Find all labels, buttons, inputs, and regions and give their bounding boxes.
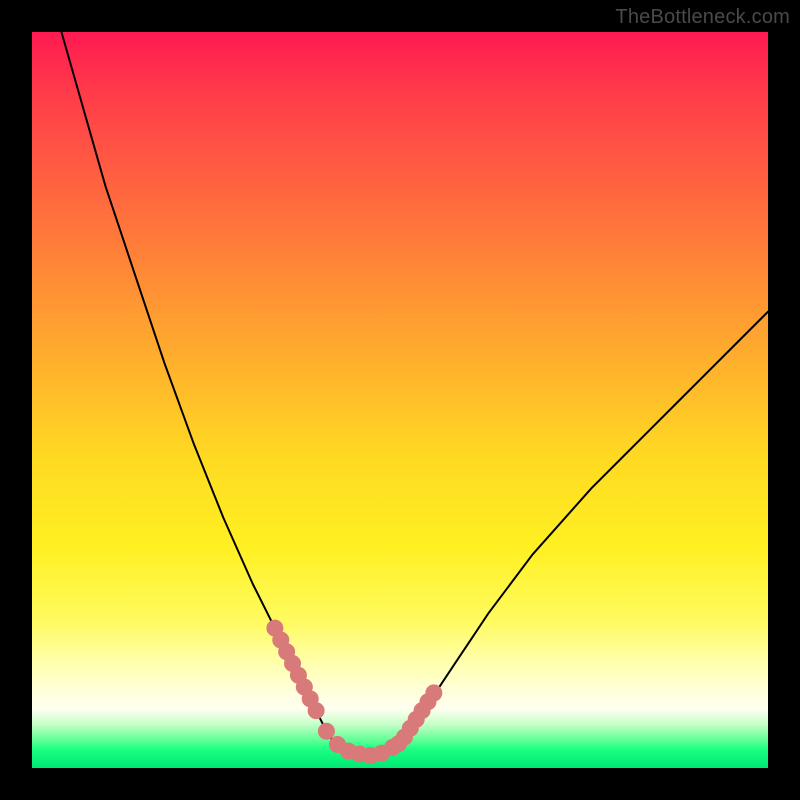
marker-dot: [318, 723, 334, 739]
curve-left-branch: [61, 32, 333, 742]
chart-svg: [32, 32, 768, 768]
watermark-text: TheBottleneck.com: [615, 6, 790, 29]
plot-area: [32, 32, 768, 768]
marker-dot: [308, 703, 324, 719]
chart-frame: TheBottleneck.com: [0, 0, 800, 800]
marker-dot: [426, 685, 442, 701]
marker-group: [267, 620, 442, 763]
curve-right-branch: [400, 312, 768, 743]
